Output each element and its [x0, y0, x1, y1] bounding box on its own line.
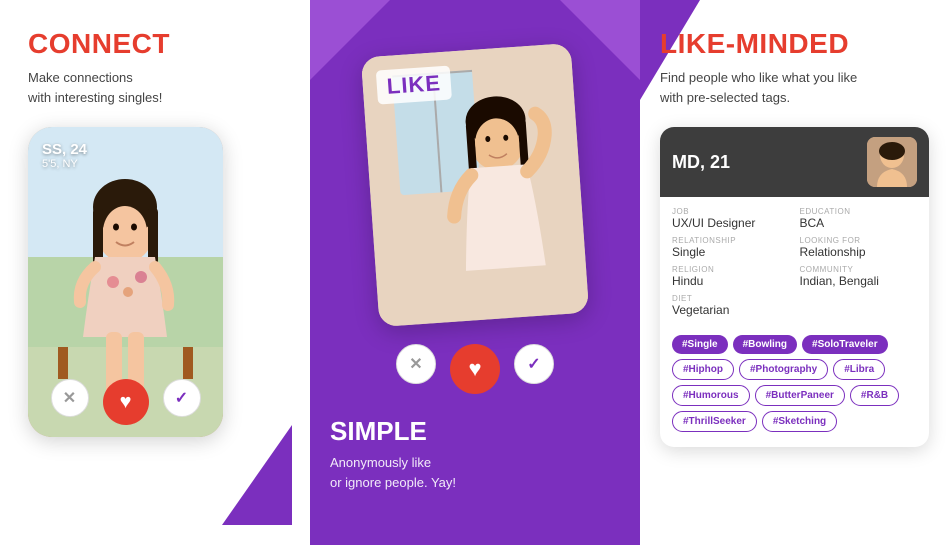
like-badge: LIKE: [376, 65, 452, 104]
looking-detail: LOOKING FOR Relationship: [800, 236, 918, 259]
tags-row-3: #Humorous #ButterPaneer #R&B: [672, 385, 917, 406]
like-minded-subtitle: Find people who like what you like with …: [660, 68, 929, 107]
community-detail: COMMUNITY Indian, Bengali: [800, 265, 918, 288]
tag-solotraveler[interactable]: #SoloTraveler: [802, 335, 888, 354]
mid-like-button[interactable]: ♥: [450, 344, 500, 394]
edu-detail: EDUCATION BCA: [800, 207, 918, 230]
connect-title: CONNECT: [28, 28, 290, 60]
mid-dislike-button[interactable]: ✕: [396, 344, 436, 384]
like-minded-title: LIKE-MINDED: [660, 28, 929, 60]
middle-section: LIKE ✕ ♥ ✓ SIMPLE Anonymously like or ig…: [310, 0, 640, 545]
tag-hiphop[interactable]: #Hiphop: [672, 359, 734, 380]
tag-single[interactable]: #Single: [672, 335, 728, 354]
phone-bg: SS, 24 5'5, NY ✕ ♥ ✓: [28, 127, 223, 437]
tag-photography[interactable]: #Photography: [739, 359, 828, 380]
tag-libra[interactable]: #Libra: [833, 359, 885, 380]
tag-rnb[interactable]: #R&B: [850, 385, 899, 406]
action-buttons-left: ✕ ♥ ✓: [28, 379, 223, 425]
tag-sketching[interactable]: #Sketching: [762, 411, 837, 432]
tags-row-1: #Single #Bowling #SoloTraveler: [672, 335, 917, 354]
left-section: CONNECT Make connections with interestin…: [0, 0, 310, 545]
tag-humorous[interactable]: #Humorous: [672, 385, 750, 406]
left-phone-mockup: SS, 24 5'5, NY ✕ ♥ ✓: [28, 127, 223, 437]
purple-triangle-left: [222, 425, 292, 525]
diet-detail: DIET Vegetarian: [672, 294, 790, 317]
profile-name-overlay: SS, 24 5'5, NY: [42, 141, 87, 170]
mid-check-button[interactable]: ✓: [514, 344, 554, 384]
mid-action-buttons: ✕ ♥ ✓: [396, 344, 554, 394]
profile-card: MD, 21 JOB UX/UI Designer EDUCATION BCA: [660, 127, 929, 447]
profile-photo: [867, 137, 917, 187]
right-section: LIKE-MINDED Find people who like what yo…: [640, 0, 949, 545]
check-button[interactable]: ✓: [163, 379, 201, 417]
job-detail: JOB UX/UI Designer: [672, 207, 790, 230]
tag-bowling[interactable]: #Bowling: [733, 335, 797, 354]
tags-row-2: #Hiphop #Photography #Libra: [672, 359, 917, 380]
religion-detail: RELIGION Hindu: [672, 265, 790, 288]
connect-subtitle: Make connections with interesting single…: [28, 68, 290, 107]
tags-section: #Single #Bowling #SoloTraveler #Hiphop #…: [660, 327, 929, 447]
tag-butterpaneer[interactable]: #ButterPaneer: [755, 385, 845, 406]
rel-detail: RELATIONSHIP Single: [672, 236, 790, 259]
like-card: LIKE: [361, 43, 589, 327]
dislike-button[interactable]: ✕: [51, 379, 89, 417]
tag-thrillseeker[interactable]: #ThrillSeeker: [672, 411, 757, 432]
tags-row-4: #ThrillSeeker #Sketching: [672, 411, 917, 432]
profile-details: JOB UX/UI Designer EDUCATION BCA RELATIO…: [660, 197, 929, 327]
simple-title: SIMPLE: [330, 416, 427, 447]
like-button[interactable]: ♥: [103, 379, 149, 425]
like-card-img: LIKE: [361, 43, 589, 327]
profile-card-name: MD, 21: [672, 152, 730, 173]
simple-subtitle: Anonymously like or ignore people. Yay!: [330, 453, 456, 492]
profile-card-header: MD, 21: [660, 127, 929, 197]
